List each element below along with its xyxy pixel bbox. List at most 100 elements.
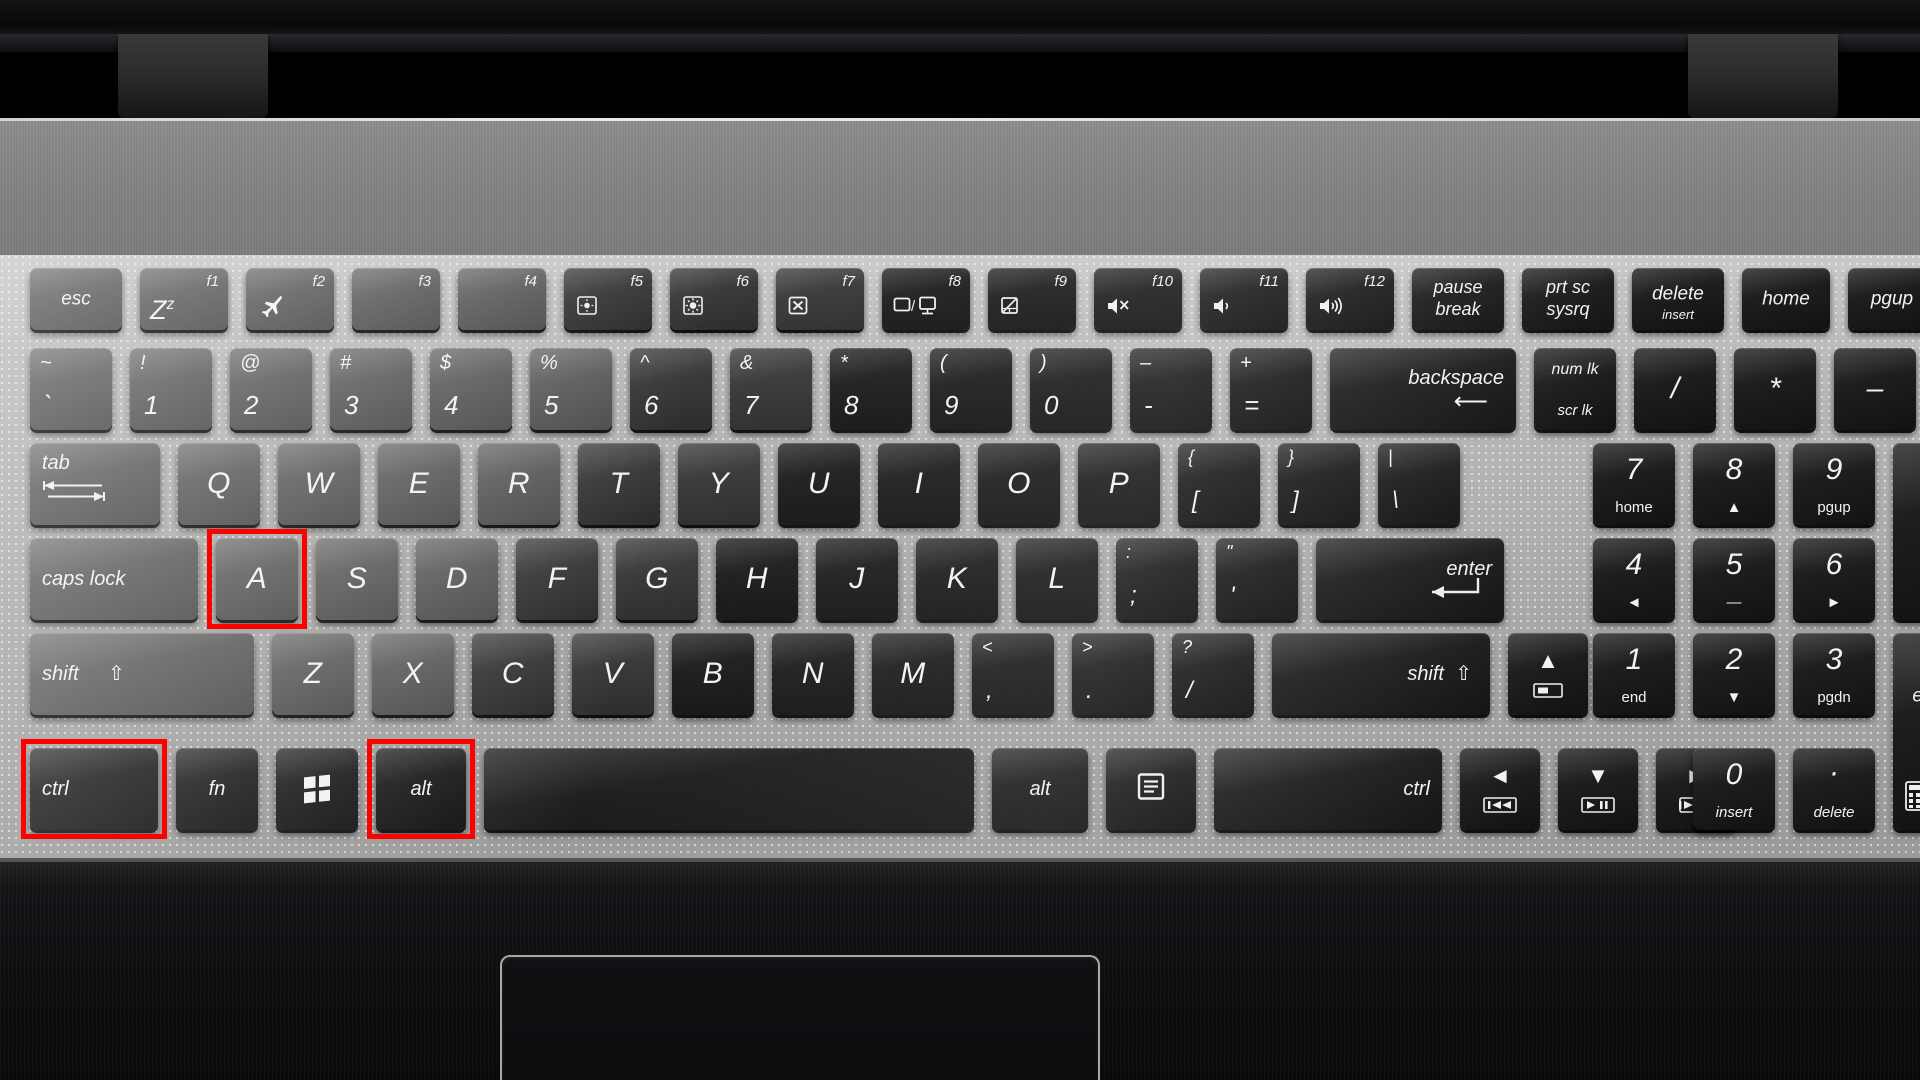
key-R[interactable]: R [478,443,560,525]
key-6[interactable]: ^ 6 [630,348,712,430]
key-npmul[interactable]: * [1734,348,1816,430]
key-rctrl[interactable]: ctrl [1214,748,1442,830]
key-np8[interactable]: 8 ▲ [1693,443,1775,525]
key-np3[interactable]: 3 pgdn [1793,633,1875,715]
key-left-arrow[interactable]: ◄ [1460,748,1540,830]
key-period[interactable]: >. [1072,633,1154,715]
key-np1[interactable]: 1 end [1593,633,1675,715]
key-V[interactable]: V [572,633,654,715]
key-lbracket[interactable]: {[ [1178,443,1260,525]
key-pgup[interactable]: pgup [1848,268,1920,330]
key-Z[interactable]: Z [272,633,354,715]
key-W[interactable]: W [278,443,360,525]
key-rbracket[interactable]: }] [1278,443,1360,525]
key-Q[interactable]: Q [178,443,260,525]
key-2[interactable]: @2 [230,348,312,430]
trackpad[interactable] [500,955,1100,1080]
key-rshift[interactable]: shift ⇧ [1272,633,1490,715]
key-menu[interactable] [1106,748,1196,830]
key-np2[interactable]: 2 ▼ [1693,633,1775,715]
key-down-arrow[interactable]: ▼ [1558,748,1638,830]
key-numlk[interactable]: num lk scr lk [1534,348,1616,430]
key-f2[interactable]: f2 [246,268,334,330]
key-equal[interactable]: + = [1230,348,1312,430]
key-np9[interactable]: 9 pgup [1793,443,1875,525]
key-semicolon[interactable]: :; [1116,538,1198,620]
key-esc[interactable]: esc [30,268,122,330]
key-K[interactable]: K [916,538,998,620]
key-O[interactable]: O [978,443,1060,525]
key-f3[interactable]: f3 [352,268,440,330]
key-f7[interactable]: f7 [776,268,864,330]
key-F[interactable]: F [516,538,598,620]
key-lctrl[interactable]: ctrl [30,748,158,830]
key-D[interactable]: D [416,538,498,620]
key-backslash[interactable]: | \ [1378,443,1460,525]
key-G[interactable]: G [616,538,698,620]
key-I[interactable]: I [878,443,960,525]
key-delete[interactable]: delete insert [1632,268,1724,330]
key-H[interactable]: H [716,538,798,620]
key-npsub[interactable]: – [1834,348,1916,430]
key-np0[interactable]: 0 insert [1693,748,1775,830]
key-0[interactable]: ) 0 [1030,348,1112,430]
key-U[interactable]: U [778,443,860,525]
key-lshift[interactable]: shift ⇧ [30,633,254,715]
key-1[interactable]: ! 1 [130,348,212,430]
key-4[interactable]: $4 [430,348,512,430]
key-up-arrow[interactable]: ▲ [1508,633,1588,715]
key-S[interactable]: S [316,538,398,620]
key-L[interactable]: L [1016,538,1098,620]
key-tab[interactable]: tab [30,443,160,525]
key-lalt[interactable]: alt [376,748,466,830]
key-grave[interactable]: ~ ` [30,348,112,430]
key-P[interactable]: P [1078,443,1160,525]
key-np4[interactable]: 4 ◄ [1593,538,1675,620]
key-7[interactable]: & 7 [730,348,812,430]
key-pause[interactable]: pause break [1412,268,1504,330]
key-f1[interactable]: f1 Zz [140,268,228,330]
key-npadd[interactable]: + [1893,443,1920,620]
key-5[interactable]: % 5 [530,348,612,430]
key-npdiv[interactable]: / [1634,348,1716,430]
key-slash[interactable]: ? / [1172,633,1254,715]
key-minus[interactable]: – - [1130,348,1212,430]
key-np5[interactable]: 5— [1693,538,1775,620]
key-npdot[interactable]: · delete [1793,748,1875,830]
key-space[interactable] [484,748,974,830]
key-quote[interactable]: " ' [1216,538,1298,620]
key-enter[interactable]: enter [1316,538,1504,620]
key-f5[interactable]: f5 [564,268,652,330]
key-N[interactable]: N [772,633,854,715]
key-X[interactable]: X [372,633,454,715]
key-capslock[interactable]: caps lock [30,538,198,620]
key-9[interactable]: (9 [930,348,1012,430]
key-fn[interactable]: fn [176,748,258,830]
key-npenter[interactable]: enter [1893,633,1920,830]
key-f11[interactable]: f11 [1200,268,1288,330]
key-prtsc[interactable]: prt sc sysrq [1522,268,1614,330]
key-Y[interactable]: Y [678,443,760,525]
key-backspace[interactable]: backspace ⟵ [1330,348,1516,430]
key-np7[interactable]: 7 home [1593,443,1675,525]
key-ralt[interactable]: alt [992,748,1088,830]
key-f8[interactable]: f8 / [882,268,970,330]
key-E[interactable]: E [378,443,460,525]
key-f10[interactable]: f10 [1094,268,1182,330]
key-B[interactable]: B [672,633,754,715]
key-f6[interactable]: f6 [670,268,758,330]
key-home[interactable]: home [1742,268,1830,330]
key-J[interactable]: J [816,538,898,620]
key-f4[interactable]: f4 [458,268,546,330]
key-win[interactable] [276,748,358,830]
key-8[interactable]: * 8 [830,348,912,430]
key-f12[interactable]: f12 [1306,268,1394,330]
key-T[interactable]: T [578,443,660,525]
key-C[interactable]: C [472,633,554,715]
key-comma[interactable]: <, [972,633,1054,715]
key-f9[interactable]: f9 [988,268,1076,330]
key-M[interactable]: M [872,633,954,715]
key-np6[interactable]: 6 ► [1793,538,1875,620]
key-3[interactable]: #3 [330,348,412,430]
key-A[interactable]: A [216,538,298,620]
